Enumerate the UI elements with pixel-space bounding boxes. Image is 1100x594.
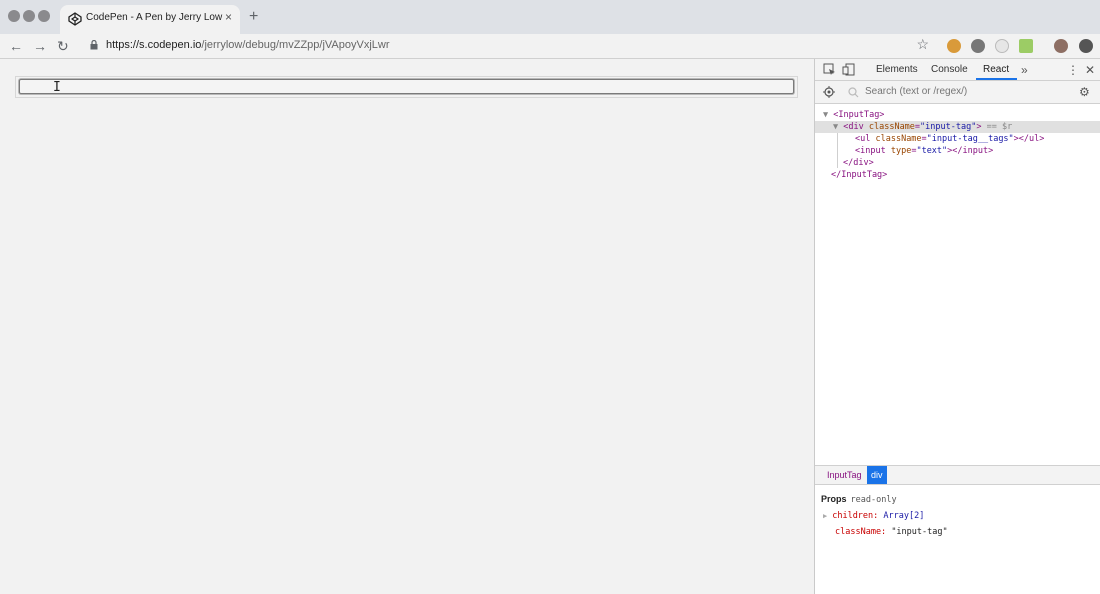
tree-node-div-close[interactable]: </div> (843, 157, 874, 169)
component-search-input[interactable] (865, 86, 1065, 97)
node-attr-value: "text" (916, 146, 948, 156)
devtools-close-icon[interactable]: ✕ (1085, 63, 1095, 77)
node-attr-value: "input-tag__tags" (926, 134, 1014, 144)
extension-shield-icon[interactable] (1079, 39, 1093, 53)
node-tag: <input (855, 146, 886, 156)
active-tab-indicator (976, 78, 1017, 80)
react-search-row: ⚙ (815, 81, 1100, 104)
devtools-menu-icon[interactable]: ⋮ (1067, 63, 1079, 77)
text-cursor: I (53, 80, 61, 95)
page-viewport: I (0, 59, 814, 594)
tab-strip: CodePen - A Pen by Jerry Low × + (0, 0, 1100, 34)
url-path: /jerrylow/debug/mvZZpp/jVApoyVxjLwr (201, 39, 390, 51)
prop-children[interactable]: ▶ children: Array[2] (823, 511, 924, 521)
lock-icon (90, 40, 98, 50)
extension-gear-icon[interactable] (971, 39, 985, 53)
reload-button[interactable]: ↻ (57, 37, 69, 55)
forward-button[interactable]: → (33, 37, 47, 55)
component-tree: ▼ <InputTag> ▼ <div className="input-tag… (815, 104, 1100, 465)
prop-key: children: (832, 511, 879, 521)
breadcrumb: InputTag div (815, 465, 1100, 485)
minimize-window-button[interactable] (23, 10, 35, 22)
expand-arrow-icon[interactable]: ▼ (833, 122, 838, 132)
settings-gear-icon[interactable]: ⚙ (1079, 85, 1090, 99)
prop-classname[interactable]: className: "input-tag" (835, 527, 948, 537)
new-tab-button[interactable]: + (249, 8, 258, 26)
browser-tab[interactable]: CodePen - A Pen by Jerry Low × (60, 5, 240, 34)
more-tabs-icon[interactable]: » (1021, 63, 1028, 77)
props-panel: Props read-only ▶ children: Array[2] class… (815, 485, 1100, 594)
url-text: https://s.codepen.io/jerrylow/debug/mvZZ… (106, 39, 390, 51)
node-close: ></input> (947, 146, 994, 156)
inspect-element-icon[interactable] (823, 63, 836, 76)
devtools-panel: Elements Console React » ⋮ ✕ ⚙ ▼ <InputT… (814, 59, 1100, 594)
extension-cookie-icon[interactable] (947, 39, 961, 53)
tab-title: CodePen - A Pen by Jerry Low (86, 12, 223, 23)
tab-react[interactable]: React (983, 64, 1009, 75)
close-window-button[interactable] (8, 10, 20, 22)
node-tag: <div (843, 122, 864, 132)
input-tag-container (15, 76, 798, 98)
tab-elements[interactable]: Elements (876, 64, 918, 75)
tree-node-input[interactable]: <input type="text"></input> (855, 145, 993, 157)
props-readonly-label: read-only (850, 495, 897, 505)
tree-node-div-selected[interactable]: ▼ <div className="input-tag"> == $r (815, 121, 1100, 133)
breadcrumb-inputtag[interactable]: InputTag (823, 466, 866, 484)
node-label: <InputTag> (833, 110, 885, 120)
extension-react-icon[interactable] (995, 39, 1009, 53)
device-toolbar-icon[interactable] (842, 63, 855, 76)
tab-close-icon[interactable]: × (225, 10, 232, 24)
prop-key: className: (835, 527, 887, 537)
tree-guide-line (837, 132, 838, 168)
bookmark-star-icon[interactable]: ☆ (916, 36, 929, 53)
expand-arrow-icon[interactable]: ▶ (823, 512, 827, 520)
node-attr-value: "input-tag" (920, 122, 977, 132)
select-component-icon[interactable] (823, 86, 835, 98)
tree-node-ul[interactable]: <ul className="input-tag__tags"></ul> (855, 133, 1044, 145)
prop-value: Array[2] (883, 511, 925, 521)
node-attr: className (875, 134, 922, 144)
node-bracket: > (976, 122, 982, 132)
selected-marker: == $r (986, 122, 1013, 132)
tree-node-inputtag[interactable]: ▼ <InputTag> (823, 109, 884, 121)
props-title: Props (821, 494, 847, 504)
extension-sheet-icon[interactable] (1019, 39, 1033, 53)
tab-console[interactable]: Console (931, 64, 968, 75)
node-attr: className (868, 122, 915, 132)
node-tag: <ul (855, 134, 871, 144)
browser-toolbar: ← → ↻ https://s.codepen.io/jerrylow/debu… (0, 34, 1100, 59)
node-close: ></ul> (1013, 134, 1045, 144)
profile-avatar[interactable] (1054, 39, 1068, 53)
address-bar[interactable]: https://s.codepen.io/jerrylow/debug/mvZZ… (80, 35, 935, 57)
node-close: </div> (843, 158, 874, 168)
back-button[interactable]: ← (9, 37, 23, 55)
url-host: https://s.codepen.io (106, 39, 202, 51)
node-close: </InputTag> (831, 170, 888, 180)
text-input[interactable] (19, 79, 794, 94)
prop-value: "input-tag" (891, 527, 948, 537)
breadcrumb-div[interactable]: div (867, 466, 887, 484)
search-icon (848, 87, 859, 98)
expand-arrow-icon[interactable]: ▼ (823, 110, 828, 120)
devtools-tabbar: Elements Console React » ⋮ ✕ (815, 59, 1100, 81)
tree-node-inputtag-close[interactable]: </InputTag> (831, 169, 887, 181)
node-attr: type (890, 146, 912, 156)
maximize-window-button[interactable] (38, 10, 50, 22)
codepen-icon (68, 12, 82, 26)
props-header: Props read-only (821, 494, 897, 505)
